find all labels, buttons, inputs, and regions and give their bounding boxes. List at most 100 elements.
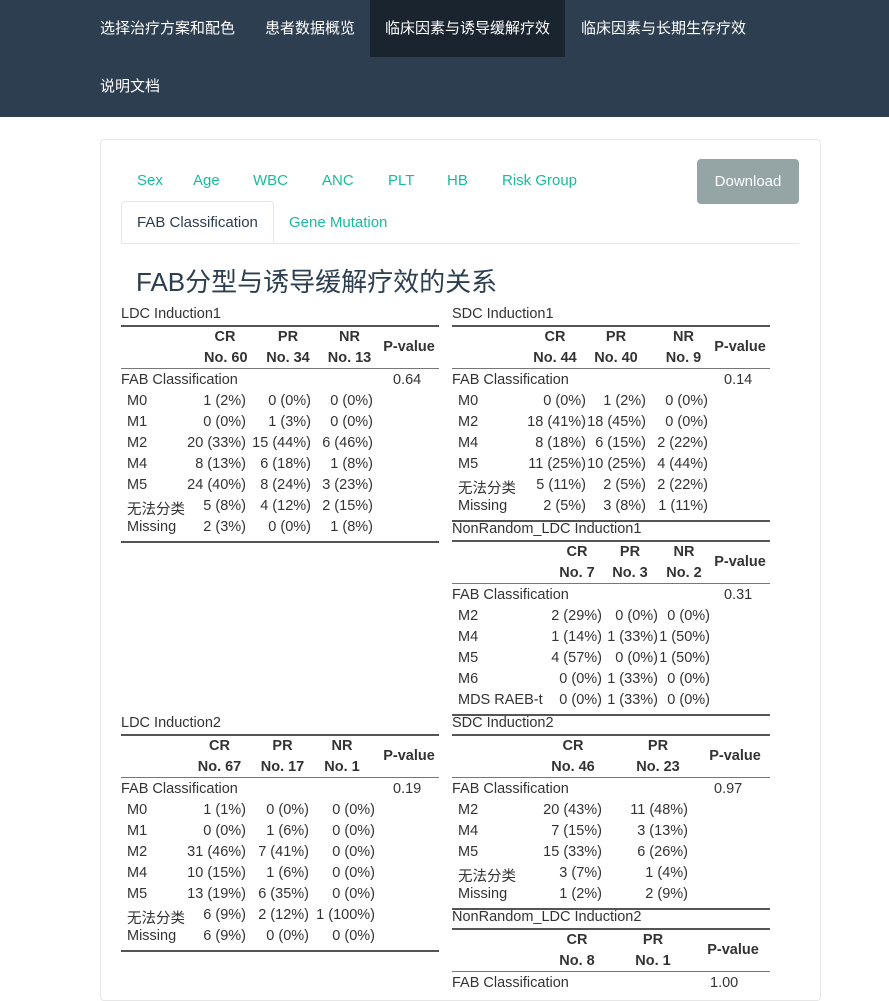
tab-wbc[interactable]: WBC — [253, 172, 288, 189]
nav-item-clinical-induction[interactable]: 临床因素与诱导缓解疗效 — [370, 0, 565, 57]
tab-age[interactable]: Age — [193, 172, 220, 189]
table-top-rule — [121, 325, 439, 327]
table-cell: 1 (50%) — [659, 629, 710, 645]
table-cell: 1 (8%) — [330, 456, 373, 472]
table-cell: 2 (3%) — [203, 519, 246, 535]
row-label: M5 — [127, 886, 148, 902]
row-label: M4 — [458, 629, 479, 645]
tab-sex[interactable]: Sex — [137, 172, 163, 189]
table-cell: 6 (15%) — [595, 435, 646, 451]
pvalue-header: P-value — [709, 748, 761, 764]
table-top-rule — [452, 928, 770, 930]
column-count: No. 44 — [533, 350, 577, 366]
table-bottom-rule — [121, 950, 439, 952]
table-cell: 0 (0%) — [332, 844, 375, 860]
column-header: PR — [642, 932, 664, 948]
tab-anc[interactable]: ANC — [322, 172, 354, 189]
table-header-rule — [452, 777, 770, 778]
table-top-rule — [121, 734, 439, 736]
pvalue-header: P-value — [714, 554, 766, 570]
pvalue-value: 0.14 — [724, 372, 753, 388]
table-cell: 0 (0%) — [203, 414, 246, 430]
table-cell: 0 (0%) — [667, 671, 710, 687]
table-cell: 2 (15%) — [322, 498, 373, 514]
download-button[interactable]: Download — [697, 159, 799, 204]
column-header: CR — [214, 329, 236, 345]
table-cell: 0 (0%) — [330, 393, 373, 409]
table-cell: 0 (0%) — [332, 823, 375, 839]
nav-item-patient-overview[interactable]: 患者数据概览 — [250, 0, 370, 57]
group-label: FAB Classification — [452, 975, 569, 991]
column-header: PR — [605, 329, 627, 345]
column-count: No. 13 — [327, 350, 372, 366]
group-label: FAB Classification — [452, 372, 569, 388]
column-header: PR — [619, 544, 641, 560]
column-count: No. 9 — [665, 350, 702, 366]
row-label: M1 — [127, 414, 148, 430]
column-header: PR — [277, 329, 299, 345]
table-cell: 2 (22%) — [657, 477, 708, 493]
column-count: No. 1 — [324, 759, 360, 775]
tab-hb[interactable]: HB — [447, 172, 468, 189]
table-cell: 0 (0%) — [268, 393, 311, 409]
table-header-rule — [121, 777, 439, 778]
table-cell: 6 (26%) — [637, 844, 688, 860]
column-count: No. 8 — [559, 953, 595, 969]
tab-risk-group[interactable]: Risk Group — [502, 172, 577, 189]
nav-item-treatment-selection[interactable]: 选择治疗方案和配色 — [85, 0, 250, 57]
row-label: 无法分类 — [458, 869, 516, 885]
table-cell: 15 (44%) — [252, 435, 311, 451]
column-count: No. 40 — [594, 350, 638, 366]
table-cell: 20 (43%) — [543, 802, 602, 818]
row-label: M4 — [458, 823, 479, 839]
table-cell: 0 (0%) — [332, 886, 375, 902]
column-count: No. 17 — [260, 759, 305, 775]
table-cell: 1 (100%) — [316, 907, 375, 923]
table-cell: 1 (50%) — [659, 650, 710, 666]
table-cell: 2 (5%) — [603, 477, 646, 493]
row-label: M2 — [127, 435, 148, 451]
row-label: MDS RAEB-t — [458, 692, 543, 708]
column-count: No. 23 — [636, 759, 680, 775]
row-label: M0 — [127, 802, 148, 818]
column-count: No. 34 — [266, 350, 310, 366]
group-label: FAB Classification — [452, 587, 569, 603]
pvalue-header: P-value — [714, 339, 766, 355]
pvalue-header: P-value — [383, 748, 435, 764]
table-cell: 24 (40%) — [187, 477, 246, 493]
page-title: FAB分型与诱导缓解疗效的关系 — [136, 267, 498, 297]
table-cell: 0 (0%) — [332, 865, 375, 881]
row-label: M5 — [458, 844, 479, 860]
table-caption: LDC Induction2 — [121, 715, 221, 731]
tab-gene-mutation[interactable]: Gene Mutation — [289, 214, 387, 231]
navbar: 选择治疗方案和配色 患者数据概览 临床因素与诱导缓解疗效 临床因素与长期生存疗效… — [0, 0, 889, 117]
column-count: No. 2 — [666, 565, 702, 581]
column-count: No. 3 — [612, 565, 648, 581]
group-label: FAB Classification — [121, 781, 238, 797]
table-caption: LDC Induction1 — [121, 306, 221, 322]
table-top-rule — [452, 734, 770, 736]
table-cell: 5 (8%) — [203, 498, 246, 514]
pvalue-header: P-value — [383, 339, 435, 355]
table-cell: 2 (9%) — [645, 886, 688, 902]
table-cell: 0 (0%) — [268, 519, 311, 535]
table-header-rule — [452, 583, 770, 584]
tab-fab-classification[interactable]: FAB Classification — [121, 201, 274, 243]
tab-plt[interactable]: PLT — [388, 172, 414, 189]
row-label: M2 — [458, 414, 479, 430]
row-label: M1 — [127, 823, 148, 839]
row-label: Missing — [458, 886, 508, 902]
table-cell: 3 (7%) — [559, 865, 602, 881]
table-cell: 3 (13%) — [637, 823, 688, 839]
group-label: FAB Classification — [121, 372, 238, 388]
row-label: M4 — [127, 865, 148, 881]
column-count: No. 1 — [635, 953, 671, 969]
nav-item-documentation[interactable]: 说明文档 — [85, 58, 175, 115]
row-label: M5 — [127, 477, 148, 493]
nav-item-clinical-survival[interactable]: 临床因素与长期生存疗效 — [566, 0, 761, 57]
table-header-rule — [452, 971, 770, 972]
table-header-rule — [121, 368, 439, 369]
table-cell: 11 (48%) — [630, 802, 688, 818]
table-cell: 3 (8%) — [603, 498, 646, 514]
row-label: Missing — [127, 519, 177, 535]
